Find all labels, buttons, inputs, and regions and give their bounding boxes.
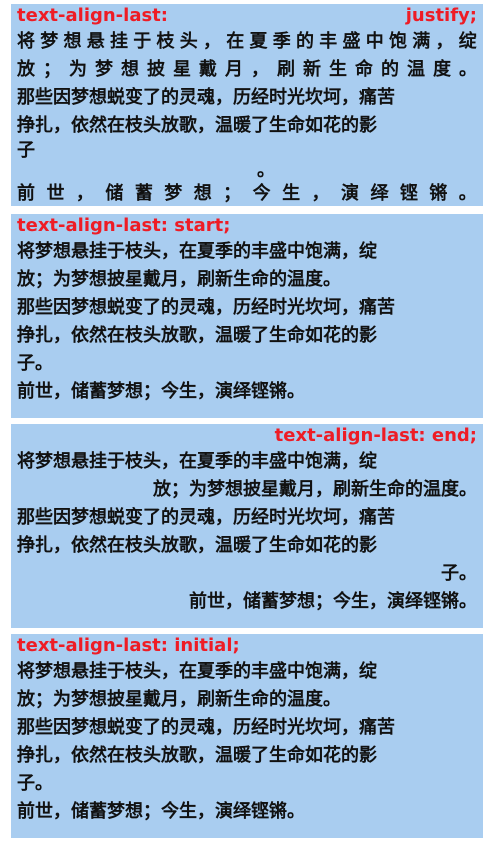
text-glyph: 新: [303, 59, 321, 80]
text-glyph: 生: [329, 59, 347, 80]
text-glyph: 度: [433, 59, 451, 80]
text-line: 那些因梦想蜕变了的灵魂，历经时光坎坷，痛苦: [17, 717, 395, 738]
text-glyph: 的: [381, 59, 399, 80]
text-glyph: 丰: [319, 31, 338, 52]
text-glyph: 想: [121, 59, 139, 80]
text-glyph: 夏: [249, 31, 268, 52]
text-glyph: 星: [173, 59, 191, 80]
text-glyph: 悬: [86, 31, 105, 52]
text-line: 放；为梦想披星戴月，刷新生命的温度。: [17, 269, 341, 290]
text-glyph: 前: [17, 183, 35, 204]
text-line: 前世，储蓄梦想；今生，演绎铿锵。: [17, 801, 305, 822]
text-glyph: 铿: [399, 183, 418, 204]
text-glyph: 想: [63, 31, 82, 52]
text-glyph: 温: [407, 59, 425, 80]
text-line: 那些因梦想蜕变了的灵魂，历经时光坎坷，痛苦: [17, 507, 395, 528]
text-line: 将梦想悬挂于枝头，在夏季的丰盛中饱满，绽: [17, 451, 377, 472]
text-glyph: 刷: [277, 59, 295, 80]
text-line: 挣扎，依然在枝头放歌，温暖了生命如花的影: [17, 745, 377, 766]
text-line: 将梦想悬挂于枝头，在夏季的丰盛中饱满，绽: [17, 28, 477, 56]
text-glyph: 季: [272, 31, 291, 52]
text-line: 前世 ， 储蓄梦想 ； 今生 ， 演绎铿锵。: [17, 180, 477, 208]
demo-heading: text-align-last: initial;: [17, 635, 240, 656]
text-glyph: 于: [133, 31, 152, 52]
text-line: 那些因梦想蜕变了的灵魂，历经时光坎坷，痛苦: [17, 297, 395, 318]
text-line: 将梦想悬挂于枝头，在夏季的丰盛中饱满，绽: [17, 241, 377, 262]
text-glyph: ，: [203, 31, 221, 52]
text-line: 放；为梦想披星戴月，刷新生命的温度。: [153, 479, 477, 500]
text-glyph: 的: [296, 31, 314, 52]
text-glyph: ，: [435, 31, 454, 52]
text-glyph: 满: [412, 31, 431, 52]
text-line: 子。: [441, 563, 477, 584]
text-line: 放 ； 为梦想披星戴月 ， 刷新生命的温度。: [17, 56, 477, 84]
text-glyph: ，: [251, 59, 269, 80]
heading-left: text-align-last:: [17, 5, 168, 26]
text-glyph: 梦: [40, 31, 59, 52]
text-glyph: ，: [75, 183, 94, 204]
text-glyph: 今: [252, 183, 271, 204]
text-glyph: 在: [226, 31, 245, 52]
text-line: 。: [257, 160, 275, 181]
text-glyph: 将: [17, 31, 35, 52]
text-glyph: 放: [17, 59, 35, 80]
text-glyph: 世: [46, 183, 65, 204]
demo-justify: text-align-last: justify; 将梦想悬挂于枝头，在夏季的丰…: [11, 4, 483, 206]
text-glyph: 盛: [342, 31, 361, 52]
text-line: 子。: [17, 353, 53, 374]
text-line: 挣扎，依然在枝头放歌，温暖了生命如花的影: [17, 325, 377, 346]
text-glyph: 头: [179, 31, 198, 52]
text-glyph: 戴: [199, 59, 217, 80]
text-line: 子: [17, 140, 35, 161]
demo-heading: text-align-last: justify;: [17, 4, 477, 28]
text-line: 将梦想悬挂于枝头，在夏季的丰盛中饱满，绽: [17, 661, 377, 682]
demo-start: text-align-last: start; 将梦想悬挂于枝头，在夏季的丰盛中…: [11, 214, 483, 418]
text-glyph: 挂: [110, 31, 128, 52]
text-glyph: 储: [105, 183, 124, 204]
text-line: 挣扎，依然在枝头放歌，温暖了生命如花的影: [17, 115, 377, 136]
text-glyph: 蓄: [134, 183, 153, 204]
text-glyph: 。: [459, 59, 477, 80]
text-glyph: 命: [355, 59, 373, 80]
text-line: 放；为梦想披星戴月，刷新生命的温度。: [17, 689, 341, 710]
text-glyph: ，: [311, 183, 330, 204]
text-glyph: 披: [147, 59, 165, 80]
text-glyph: ；: [43, 59, 61, 80]
text-line: 那些因梦想蜕变了的灵魂，历经时光坎坷，痛苦: [17, 87, 395, 108]
text-glyph: 绽: [458, 31, 477, 52]
text-line: 前世，储蓄梦想；今生，演绎铿锵。: [189, 591, 477, 612]
text-glyph: 为: [69, 59, 87, 80]
text-glyph: 中: [365, 31, 384, 52]
text-glyph: 锵: [429, 183, 448, 204]
text-glyph: 梦: [95, 59, 113, 80]
text-glyph: 。: [458, 183, 477, 204]
text-line: 挣扎，依然在枝头放歌，温暖了生命如花的影: [17, 535, 377, 556]
text-glyph: 想: [193, 183, 212, 204]
demo-heading: text-align-last: end;: [274, 425, 477, 446]
heading-right: justify;: [405, 5, 477, 26]
text-glyph: 饱: [389, 31, 407, 52]
text-glyph: 生: [282, 183, 301, 204]
text-line: 子。: [17, 773, 53, 794]
text-glyph: 演: [340, 183, 359, 204]
text-glyph: 绎: [370, 183, 389, 204]
demo-initial: text-align-last: initial; 将梦想悬挂于枝头，在夏季的丰…: [11, 634, 483, 838]
demo-end: text-align-last: end; 将梦想悬挂于枝头，在夏季的丰盛中饱满…: [11, 424, 483, 628]
text-glyph: 枝: [156, 31, 175, 52]
text-glyph: 梦: [164, 183, 183, 204]
text-glyph: 月: [225, 59, 243, 80]
text-line: 前世，储蓄梦想；今生，演绎铿锵。: [17, 381, 305, 402]
text-glyph: ；: [223, 183, 242, 204]
demo-heading: text-align-last: start;: [17, 215, 231, 236]
